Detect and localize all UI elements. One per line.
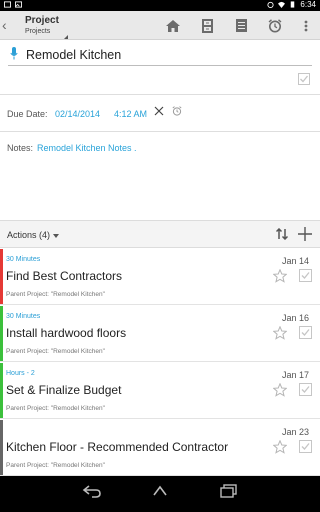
action-due-date: Jan 16 [281,313,309,323]
file-cabinet-icon [201,18,213,33]
more-vert-icon [304,20,308,31]
page-title: Project [25,15,59,26]
complete-checkbox[interactable] [299,383,312,396]
action-title[interactable]: Set & Finalize Budget [6,383,121,397]
priority-bar [0,363,3,418]
complete-checkbox[interactable] [299,269,312,282]
star-icon[interactable] [273,440,287,454]
priority-bar [0,249,3,304]
list-button[interactable] [224,11,258,40]
recent-apps-icon[interactable] [220,484,238,498]
status-bar: 6:34 [0,0,320,11]
action-parent-project: Parent Project: "Remodel Kitchen" [6,405,105,412]
action-title[interactable]: Install hardwood floors [6,326,126,340]
add-icon[interactable] [298,227,312,241]
action-title[interactable]: Kitchen Floor - Recommended Contractor [6,440,228,454]
due-date-value[interactable]: 02/14/2014 [55,109,100,119]
priority-bar [0,306,3,361]
divider [0,94,320,95]
notes-label: Notes: [7,143,34,153]
navigation-bar [0,476,320,512]
alarm-icon [267,1,274,8]
due-time-value[interactable]: 4:12 AM [114,109,147,119]
action-duration: Hours - 2 [6,370,35,377]
overflow-menu-button[interactable] [292,11,320,40]
input-underline [8,65,312,66]
actions-header: Actions (4) [0,220,320,248]
microphone-icon[interactable] [10,47,18,60]
battery-icon [291,1,295,8]
notes-link[interactable]: Remodel Kitchen Notes . [37,143,137,153]
image-icon [15,1,22,8]
complete-checkbox[interactable] [298,73,310,85]
action-parent-project: Parent Project: "Remodel Kitchen" [6,462,105,469]
notification-icon [4,1,11,8]
action-duration: 30 Minutes [6,313,41,320]
home-button[interactable] [156,11,190,40]
home-nav-icon[interactable] [150,484,170,498]
back-icon[interactable]: ‹ [2,17,12,33]
star-icon[interactable] [273,383,287,397]
complete-checkbox[interactable] [299,326,312,339]
name-section: Remodel Kitchen [0,40,320,94]
action-parent-project: Parent Project: "Remodel Kitchen" [6,291,105,298]
action-duration: 30 Minutes [6,256,41,263]
cabinet-button[interactable] [190,11,224,40]
action-bar: ‹ Project Projects [0,11,320,40]
action-due-date: Jan 14 [281,256,309,266]
actions-title[interactable]: Actions (4) [7,230,50,240]
back-nav-icon[interactable] [82,484,102,498]
wifi-icon [278,1,286,8]
reminder-icon[interactable] [172,106,182,116]
star-icon[interactable] [273,326,287,340]
action-title[interactable]: Find Best Contractors [6,269,122,283]
clear-date-icon[interactable] [154,106,164,116]
action-parent-project: Parent Project: "Remodel Kitchen" [6,348,105,355]
action-item[interactable]: 30 Minutes Install hardwood floors Parent … [0,306,320,362]
spinner-triangle-icon [64,35,68,39]
divider [0,131,320,132]
alarm-clock-icon [268,18,282,32]
priority-bar [0,420,3,475]
status-time: 6:34 [300,0,316,9]
due-date-label: Due Date: [7,109,48,119]
action-due-date: Jan 17 [281,370,309,380]
task-name-input[interactable]: Remodel Kitchen [26,48,121,62]
project-spinner[interactable]: Projects [25,28,50,35]
sort-icon[interactable] [276,228,288,240]
list-icon [235,19,247,32]
action-item[interactable]: Kitchen Floor - Recommended Contractor Pa… [0,420,320,476]
action-due-date: Jan 23 [281,427,309,437]
star-icon[interactable] [273,269,287,283]
alarm-button[interactable] [258,11,292,40]
action-item[interactable]: Hours - 2 Set & Finalize Budget Parent Pro… [0,363,320,419]
action-item[interactable]: 30 Minutes Find Best Contractors Parent Pr… [0,249,320,305]
complete-checkbox[interactable] [299,440,312,453]
dropdown-triangle-icon [53,234,59,238]
home-icon [166,19,180,32]
